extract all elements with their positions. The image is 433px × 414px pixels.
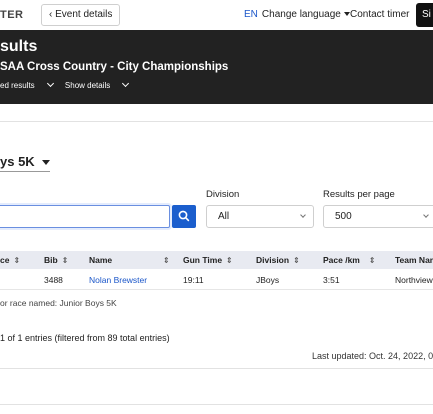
sort-icon: ⇕	[163, 256, 170, 265]
search-button[interactable]	[172, 205, 196, 228]
results-per-page-select[interactable]: 500	[323, 205, 433, 228]
column-label: Bib	[44, 255, 58, 265]
name-sort-control[interactable]: ⇕	[159, 255, 170, 265]
contact-timer-link[interactable]: Contact timer	[350, 9, 409, 20]
cell-gun-time: 19:11	[183, 275, 204, 285]
sort-icon: ⇕	[13, 256, 21, 265]
table-row: 3488 Nolan Brewster 19:11 JBoys 3:51 Nor…	[0, 270, 433, 290]
cell-bib: 3488	[44, 275, 63, 285]
show-details-label: Show details	[64, 81, 111, 90]
column-label: Division	[256, 255, 290, 265]
chevron-down-icon	[300, 212, 306, 218]
header-links: ed results Show details	[0, 79, 138, 90]
divider	[0, 404, 433, 405]
cell-team: Northview	[395, 275, 433, 285]
athlete-name-link[interactable]: Nolan Brewster	[89, 275, 147, 285]
division-select-value: All	[218, 211, 230, 222]
cell-pace: 3:51	[323, 275, 340, 285]
change-language-label: Change language	[261, 9, 341, 20]
column-header-bib[interactable]: Bib ⇕	[44, 255, 68, 265]
cell-division: JBoys	[256, 275, 280, 285]
results-menu-label: ed results	[0, 81, 35, 90]
chevron-down-icon	[122, 79, 130, 88]
sign-in-button[interactable]: Si	[416, 3, 433, 27]
race-selector-label: ys 5K	[0, 154, 35, 169]
search-icon	[178, 210, 190, 222]
column-header-team[interactable]: Team Nam	[395, 255, 433, 265]
event-name: SAA Cross Country - City Championships	[0, 61, 229, 73]
results-table-header: ce ⇕ Bib ⇕ Name ⇕ Gun Time ⇕ Division ⇕ Pace…	[0, 251, 433, 269]
column-label: ce	[0, 255, 10, 265]
race-note: or race named: Junior Boys 5K	[0, 298, 117, 308]
caret-down-icon	[41, 160, 50, 166]
page-title: sults	[0, 38, 38, 55]
division-select[interactable]: All	[206, 205, 314, 228]
sort-icon: ⇕	[368, 256, 376, 265]
results-per-page-value: 500	[335, 211, 352, 222]
chevron-down-icon	[423, 212, 429, 218]
column-label: Team Nam	[395, 255, 433, 265]
brand-logo[interactable]: TER	[0, 9, 24, 21]
column-header-place[interactable]: ce ⇕	[0, 255, 20, 265]
divider	[0, 121, 433, 122]
back-button-label: Event details	[55, 9, 113, 20]
results-menu-toggle[interactable]: ed results	[0, 79, 54, 90]
column-header-name[interactable]: Name	[89, 255, 112, 265]
entries-summary: 1 of 1 entries (filtered from 89 total e…	[0, 333, 170, 343]
change-language-dropdown[interactable]: EN Change language	[244, 9, 350, 20]
results-per-page-label: Results per page	[323, 189, 395, 200]
column-label: Gun Time	[183, 255, 223, 265]
division-label: Division	[206, 189, 240, 200]
column-label: Name	[89, 255, 113, 265]
chevron-down-icon	[46, 79, 54, 88]
search-input[interactable]	[0, 205, 170, 228]
sort-icon: ⇕	[293, 256, 300, 265]
divider	[0, 368, 433, 369]
top-nav: TER ‹ Event details EN Change language Co…	[0, 0, 433, 30]
caret-down-icon	[343, 12, 350, 17]
column-header-gun-time[interactable]: Gun Time ⇕	[183, 255, 233, 265]
column-label: Pace /km	[323, 255, 360, 265]
results-header: sults SAA Cross Country - City Champions…	[0, 30, 433, 104]
language-code: EN	[244, 9, 258, 20]
last-updated: Last updated: Oct. 24, 2022, 02:	[312, 351, 433, 361]
column-header-pace[interactable]: Pace /km ⇕	[323, 255, 376, 265]
sort-icon: ⇕	[61, 256, 69, 265]
back-to-event-details-button[interactable]: ‹ Event details	[41, 4, 121, 26]
show-details-toggle[interactable]: Show details	[64, 79, 130, 90]
column-header-division[interactable]: Division ⇕	[256, 255, 300, 265]
sort-icon: ⇕	[226, 256, 233, 265]
race-selector-dropdown[interactable]: ys 5K	[0, 154, 50, 172]
